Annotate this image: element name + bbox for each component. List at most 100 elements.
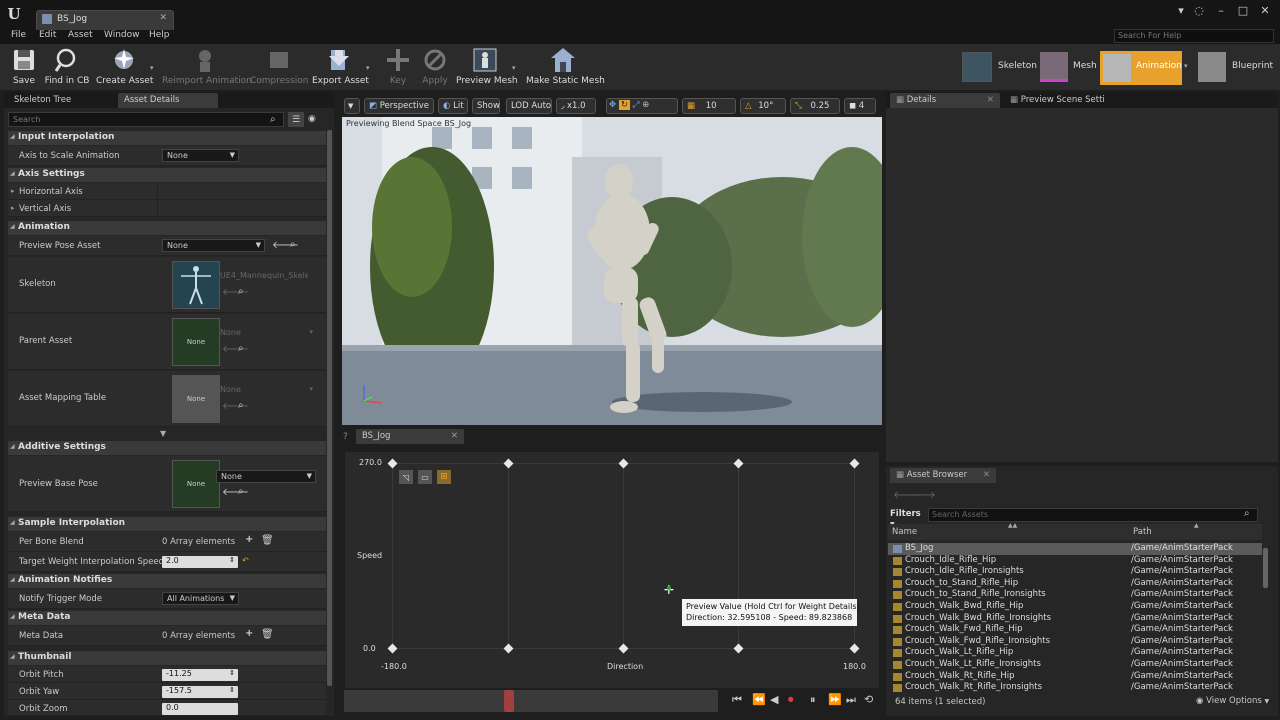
category-axis-settings[interactable]: Axis Settings — [8, 168, 326, 182]
base-pose-use-selected-icon[interactable]: 🡐 — [222, 486, 249, 498]
filters-button[interactable]: Filters ▼ — [890, 508, 926, 528]
column-path-header[interactable]: Path — [1133, 527, 1152, 537]
parent-asset-combo[interactable]: None ▾ — [216, 327, 316, 340]
category-additive-settings[interactable]: Additive Settings — [8, 441, 326, 455]
preview-mesh-button[interactable]: Preview Mesh — [456, 46, 518, 88]
create-asset-button[interactable]: Create Asset — [96, 46, 153, 88]
view-options-grid-icon[interactable]: ☰ — [288, 112, 304, 127]
step-forward-icon[interactable]: ⏩ — [828, 693, 842, 706]
preview-pose-combo[interactable]: None ▼ — [162, 239, 265, 252]
notify-trigger-combo[interactable]: All Animations ▼ — [162, 592, 239, 605]
close-asset-browser-icon[interactable]: ✕ — [983, 470, 990, 480]
minimize-icon[interactable]: – — [1212, 4, 1230, 18]
timeline-scrubber[interactable] — [344, 690, 718, 712]
category-meta-data[interactable]: Meta Data — [8, 611, 326, 625]
rotate-icon[interactable]: ↻ — [618, 100, 630, 110]
skip-to-end-icon[interactable]: ⏭ — [846, 693, 856, 707]
export-asset-button[interactable]: Export Asset — [312, 46, 369, 88]
menu-help[interactable]: Help — [149, 30, 170, 40]
asset-list-item[interactable]: Crouch_Idle_Rifle_Ironsights/Game/AnimSt… — [888, 566, 1262, 578]
grid-snap-button[interactable]: ▦ 10 — [682, 98, 736, 114]
asset-search-input[interactable]: Search Assets — [928, 508, 1258, 522]
blueprint-mode-button[interactable]: Blueprint — [1196, 50, 1276, 84]
prop-vertical-axis[interactable]: ▸ Vertical Axis — [8, 200, 326, 217]
sample-point[interactable] — [733, 458, 744, 469]
tab-asset-details[interactable]: Asset Details — [118, 93, 218, 108]
reset-default-icon[interactable]: ↶ — [242, 556, 249, 565]
mapping-table-thumbnail[interactable]: None — [172, 375, 220, 423]
export-dropdown-icon[interactable]: ▾ — [366, 64, 370, 72]
target-weight-field[interactable]: 2.0 ⇕ — [162, 556, 238, 568]
camera-speed-button[interactable]: ◼ 4 — [844, 98, 876, 114]
menu-edit[interactable]: Edit — [39, 30, 56, 40]
parent-browse-icon[interactable]: ⌕ — [238, 343, 244, 354]
orbit-pitch-field[interactable]: -11.25 ⇕ — [162, 669, 238, 681]
world-local-icon[interactable]: ⊕ — [642, 100, 649, 110]
sample-point[interactable] — [503, 458, 514, 469]
add-element-icon[interactable]: + — [245, 534, 253, 545]
lod-button[interactable]: LOD Auto — [506, 98, 552, 114]
skeleton-combo[interactable]: UE4_Mannequin_Skele — [216, 270, 308, 283]
asset-list-item[interactable]: Crouch_Walk_Rt_Rifle_Hip/Game/AnimStarte… — [888, 671, 1262, 683]
asset-list-item[interactable]: Crouch_Walk_Lt_Rifle_Hip/Game/AnimStarte… — [888, 647, 1262, 659]
asset-list-item[interactable]: Crouch_to_Stand_Rifle_Hip/Game/AnimStart… — [888, 578, 1262, 590]
category-animation[interactable]: Animation — [8, 221, 326, 235]
show-button[interactable]: Show — [472, 98, 500, 114]
category-input-interpolation[interactable]: Input Interpolation — [8, 131, 326, 145]
maximize-icon[interactable]: □ — [1234, 4, 1252, 18]
input-toggle-icon[interactable]: ▭ — [418, 470, 432, 484]
category-sample-interpolation[interactable]: Sample Interpolation — [8, 517, 326, 531]
column-name-header[interactable]: Name — [892, 527, 917, 537]
triangulation-icon[interactable]: ◹ — [399, 470, 413, 484]
sample-point[interactable] — [849, 458, 860, 469]
sample-point[interactable] — [387, 458, 398, 469]
asset-list-item[interactable]: Crouch_Walk_Rt_Rifle_Ironsights/Game/Ani… — [888, 682, 1262, 694]
preview-mesh-dropdown-icon[interactable]: ▾ — [512, 64, 516, 72]
details-scrollbar[interactable] — [327, 130, 332, 686]
sample-point[interactable] — [618, 643, 629, 654]
apply-button[interactable]: Apply — [418, 46, 452, 88]
reimport-animation-button[interactable]: Reimport Animation — [162, 46, 252, 88]
search-help-input[interactable]: Search For Help — [1114, 29, 1274, 43]
make-static-mesh-button[interactable]: Make Static Mesh — [526, 46, 605, 88]
compression-button[interactable]: Compression — [250, 46, 308, 88]
notification-icon[interactable]: ▾ — [1172, 4, 1190, 18]
eye-icon[interactable]: ◉ — [308, 114, 316, 124]
playback-speed-button[interactable]: ◞ x1.0 — [556, 98, 596, 114]
orbit-yaw-field[interactable]: -157.5 ⇕ — [162, 686, 238, 698]
base-pose-combo[interactable]: None ▼ — [216, 470, 316, 483]
tab-preview-scene[interactable]: ▦ Preview Scene Setti — [1004, 93, 1105, 108]
save-button[interactable]: Save — [6, 46, 42, 88]
find-in-cb-button[interactable]: Find in CB — [44, 46, 90, 88]
menu-window[interactable]: Window — [104, 30, 140, 40]
play-reverse-icon[interactable]: ◀ — [770, 693, 778, 706]
animation-mode-button[interactable]: Animation — [1100, 51, 1182, 85]
close-tab-icon[interactable]: ✕ — [159, 13, 167, 23]
feedback-icon[interactable]: ◌ — [1190, 4, 1208, 18]
tab-skeleton-tree[interactable]: Skeleton Tree — [8, 93, 77, 108]
view-options-button[interactable]: ◉ View Options ▼ — [1196, 696, 1276, 708]
details-search-input[interactable]: Search — [8, 112, 284, 127]
rotation-snap-button[interactable]: △ 10° — [740, 98, 786, 114]
tab-bs-jog[interactable]: BS_Jog ✕ — [356, 429, 464, 444]
asset-list-scrollbar[interactable] — [1263, 548, 1268, 588]
record-icon[interactable]: ⏺ — [788, 693, 794, 707]
sample-point[interactable] — [503, 643, 514, 654]
blendspace-graph[interactable]: 270.0 0.0 Speed -180.0 Direction 180.0 ◹… — [345, 452, 879, 688]
asset-list-item[interactable]: Crouch_Idle_Rifle_Hip/Game/AnimStarterPa… — [888, 555, 1262, 567]
close-details-tab-icon[interactable]: ✕ — [987, 95, 994, 105]
advanced-expand-icon[interactable]: ▼ — [160, 429, 166, 438]
asset-list-item[interactable]: Crouch_Walk_Bwd_Rifle_Hip/Game/AnimStart… — [888, 601, 1262, 613]
parent-asset-thumbnail[interactable]: None — [172, 318, 220, 366]
mode-dropdown-icon[interactable]: ▾ — [1184, 62, 1188, 70]
sample-point[interactable] — [387, 643, 398, 654]
loop-icon[interactable]: ⟲ — [864, 693, 873, 706]
prop-horizontal-axis[interactable]: ▸ Horizontal Axis — [8, 183, 326, 200]
base-pose-thumbnail[interactable]: None — [172, 460, 220, 508]
sample-point[interactable] — [849, 643, 860, 654]
scale-snap-button[interactable]: ⤡ 0.25 — [790, 98, 840, 114]
tab-details[interactable]: ▦ Details ✕ — [890, 93, 1000, 108]
browse-search-icon[interactable]: ⌕ — [290, 239, 296, 250]
skeleton-browse-icon[interactable]: ⌕ — [238, 286, 244, 297]
menu-file[interactable]: File — [11, 30, 26, 40]
